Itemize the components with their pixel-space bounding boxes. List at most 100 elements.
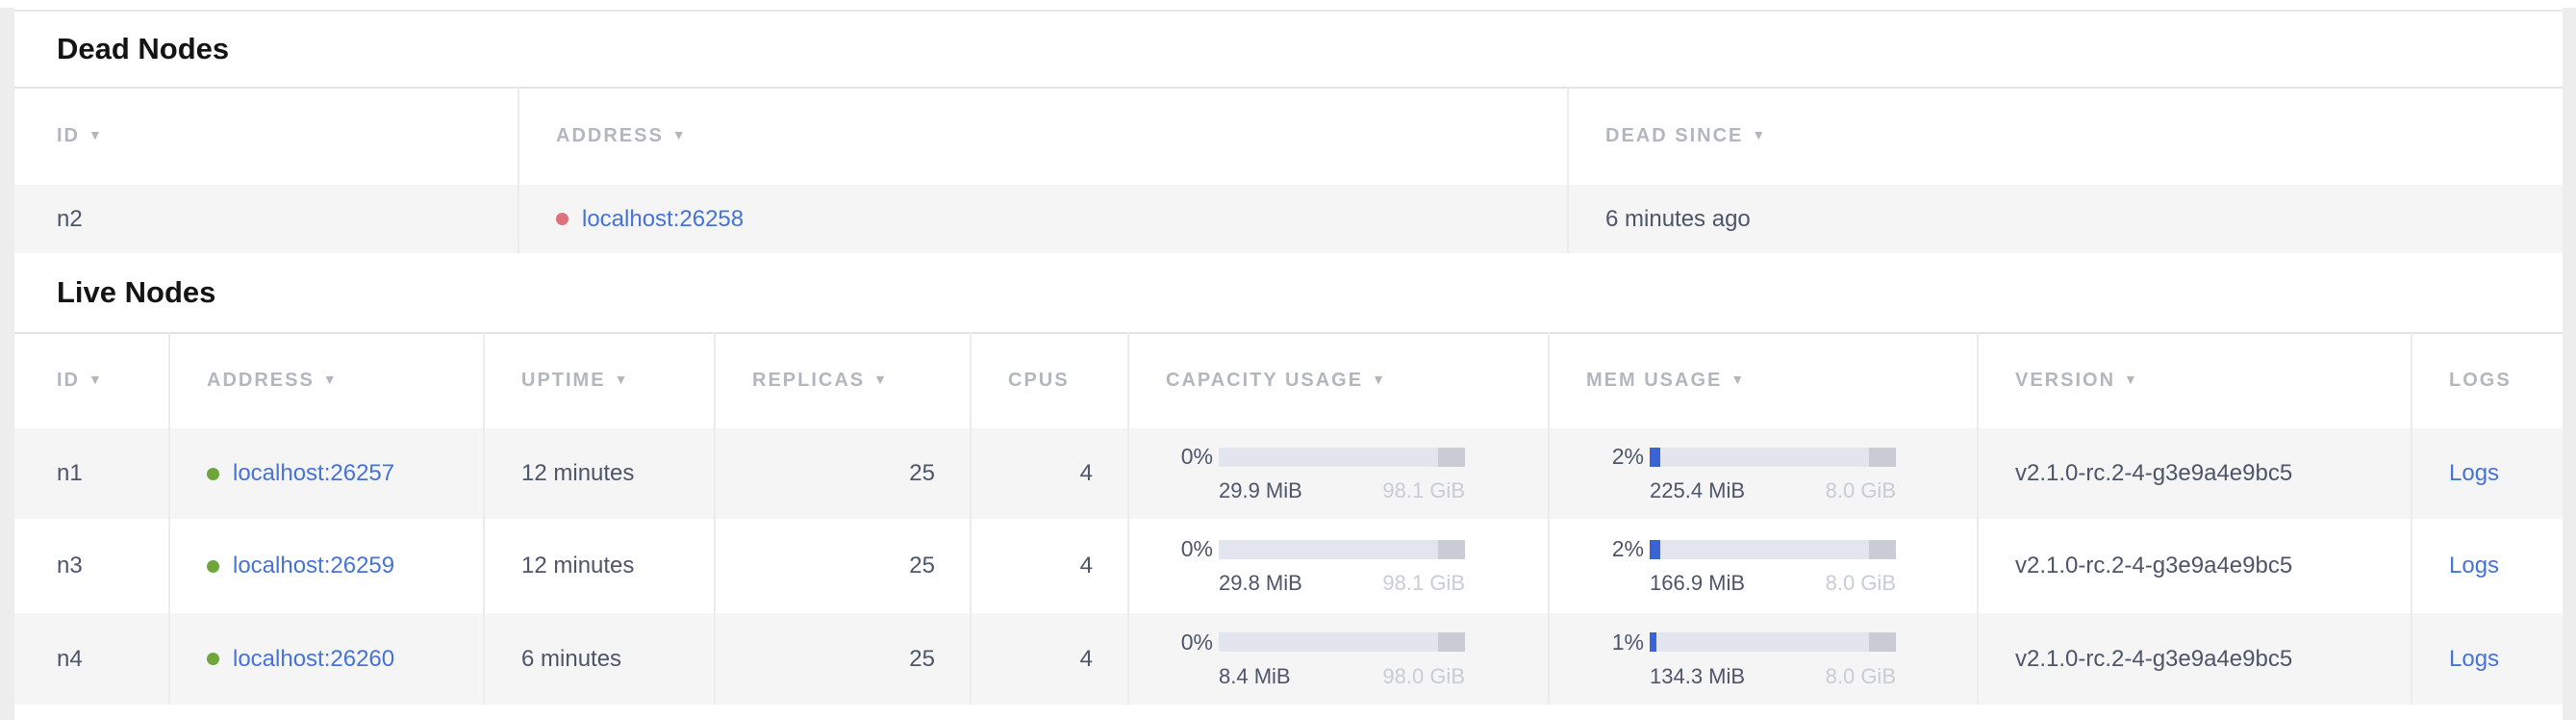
column-label: ID bbox=[57, 125, 80, 146]
address-wrap: localhost:26259 bbox=[207, 553, 483, 579]
column-header-mem-usage[interactable]: MEM USAGE ▼ bbox=[1549, 333, 1978, 427]
column-label: CAPACITY USAGE bbox=[1166, 370, 1363, 391]
uptime-cell: 12 minutes bbox=[484, 520, 715, 612]
mem-usage-cell: 2%166.9 MiB 8.0 GiB bbox=[1549, 520, 1978, 612]
node-address-link[interactable]: localhost:26260 bbox=[233, 646, 394, 673]
version-cell: v2.1.0-rc.2-4-g3e9a4e9bc5 bbox=[1978, 427, 2412, 520]
sort-desc-icon: ▼ bbox=[672, 127, 688, 142]
dead-node-row: n2 localhost:26258 6 minutes ago bbox=[14, 184, 2563, 253]
cpus-cell: 4 bbox=[971, 427, 1128, 520]
usage-percent-label: 0% bbox=[1159, 630, 1213, 656]
column-header-version[interactable]: VERSION▼ bbox=[1978, 333, 2412, 427]
live-nodes-table-header: ID▼ADDRESS▼UPTIME▼REPLICAS▼CPUSCAPACITY … bbox=[14, 333, 2563, 427]
used-value-label: 29.9 MiB bbox=[1219, 478, 1302, 503]
logs-link[interactable]: Logs bbox=[2449, 646, 2499, 672]
sort-desc-icon: ▼ bbox=[88, 372, 104, 387]
usage-bar-used-segment bbox=[1650, 632, 1656, 652]
used-value-label: 166.9 MiB bbox=[1650, 571, 1745, 596]
column-header-dead-since[interactable]: DEAD SINCE▼ bbox=[1568, 88, 2563, 184]
column-header-capacity-usage[interactable]: CAPACITY USAGE▼ bbox=[1128, 333, 1549, 427]
address-wrap: localhost:26260 bbox=[207, 646, 483, 673]
address-cell: localhost:26260 bbox=[169, 612, 484, 705]
live-node-row: n4localhost:262606 minutes2540%8.4 MiB98… bbox=[14, 612, 2563, 705]
logs-cell: Logs bbox=[2412, 520, 2563, 612]
dead-nodes-title: Dead Nodes bbox=[14, 12, 2563, 87]
column-header-id[interactable]: ID ▼ bbox=[14, 333, 169, 427]
live-nodes-table: ID▼ADDRESS▼UPTIME▼REPLICAS▼CPUSCAPACITY … bbox=[14, 332, 2563, 705]
usage-bar-capacity-marker bbox=[1438, 448, 1465, 467]
header-row: ID▼ADDRESS▼UPTIME▼REPLICAS▼CPUSCAPACITY … bbox=[14, 333, 2563, 427]
total-value-label: 98.0 GiB bbox=[1382, 664, 1465, 689]
column-header-address[interactable]: ADDRESS ▼ bbox=[518, 88, 1568, 184]
used-value-label: 29.8 MiB bbox=[1219, 571, 1302, 596]
mem-usage-cell: 1% 134.3 MiB 8.0 GiB bbox=[1549, 612, 1978, 705]
node-id-cell: n1 bbox=[14, 427, 169, 520]
usage-percent-label: 0% bbox=[1159, 536, 1213, 562]
replicas-cell: 25 bbox=[715, 520, 971, 612]
node-address-link[interactable]: localhost:26258 bbox=[582, 206, 744, 233]
replicas-cell: 25 bbox=[715, 612, 971, 705]
column-header-logs: LOGS bbox=[2412, 333, 2563, 427]
usage-bar-track bbox=[1219, 448, 1465, 467]
usage-bar-capacity-marker bbox=[1438, 540, 1465, 559]
column-label: DEAD SINCE bbox=[1605, 125, 1743, 146]
logs-cell: Logs bbox=[2412, 427, 2563, 520]
address-cell: localhost:26258 bbox=[518, 184, 1568, 253]
live-node-row: n1 localhost:26257 12 minutes2540%29.9 MiB… bbox=[14, 427, 2563, 520]
usage-percent-label: 2% bbox=[1590, 536, 1644, 562]
usage-percent-label: 2% bbox=[1590, 444, 1644, 470]
column-label: ID bbox=[57, 370, 80, 391]
sort-desc-icon: ▼ bbox=[323, 372, 339, 387]
sort-desc-icon: ▼ bbox=[1730, 372, 1746, 387]
dead-nodes-table: ID▼ ADDRESS ▼ DEAD SINCE▼ n2 localhost:26258… bbox=[14, 87, 2563, 253]
usage-bar-capacity-marker bbox=[1869, 632, 1896, 652]
header-row: ID▼ ADDRESS ▼ DEAD SINCE▼ bbox=[14, 88, 2563, 184]
total-value-label: 8.0 GiB bbox=[1826, 478, 1896, 503]
node-id-cell: n3 bbox=[14, 520, 169, 612]
capacity-usage-cell: 0%29.9 MiB98.1 GiB bbox=[1128, 427, 1549, 520]
total-value-label: 98.1 GiB bbox=[1382, 571, 1465, 596]
column-header-id[interactable]: ID▼ bbox=[14, 88, 518, 184]
content-area: Dead Nodes ID▼ADDRESS▼DEAD SINCE▼ n2loca… bbox=[14, 10, 2563, 720]
usage-bar-labels: 225.4 MiB 8.0 GiB bbox=[1650, 478, 1896, 503]
node-address-link[interactable]: localhost:26259 bbox=[233, 553, 394, 579]
logs-link[interactable]: Logs bbox=[2449, 553, 2499, 579]
column-header-uptime[interactable]: UPTIME▼ bbox=[484, 333, 715, 427]
live-status-dot-icon bbox=[207, 468, 219, 480]
replicas-cell: 25 bbox=[715, 427, 971, 520]
dead-nodes-table-header: ID▼ ADDRESS ▼ DEAD SINCE▼ bbox=[14, 88, 2563, 184]
nodes-overview-page: Dead Nodes ID▼ADDRESS▼DEAD SINCE▼ n2loca… bbox=[0, 0, 2576, 720]
live-node-row: n3localhost:2625912 minutes2540%29.8 MiB… bbox=[14, 520, 2563, 612]
address-cell: localhost:26259 bbox=[169, 520, 484, 612]
column-header-cpus: CPUS bbox=[971, 333, 1128, 427]
column-header-replicas[interactable]: REPLICAS▼ bbox=[715, 333, 971, 427]
total-value-label: 8.0 GiB bbox=[1826, 571, 1896, 596]
uptime-cell: 12 minutes bbox=[484, 427, 715, 520]
total-value-label: 8.0 GiB bbox=[1826, 664, 1896, 689]
live-nodes-table-body: n1localhost:2625712 minutes2540%29.9 MiB… bbox=[14, 427, 2563, 705]
logs-link[interactable]: Logs bbox=[2449, 460, 2499, 486]
mem-usage-cell: 2%225.4 MiB 8.0 GiB bbox=[1549, 427, 1978, 520]
usage-bar-line: 1% bbox=[1590, 630, 1977, 656]
node-address-link[interactable]: localhost:26257 bbox=[233, 460, 394, 487]
sort-desc-icon: ▼ bbox=[615, 372, 630, 387]
logs-cell: Logs bbox=[2412, 612, 2563, 705]
usage-bar-labels: 8.4 MiB98.0 GiB bbox=[1219, 664, 1465, 689]
usage-bar-used-segment bbox=[1650, 540, 1660, 559]
dead-nodes-table-body: n2 localhost:26258 6 minutes ago bbox=[14, 184, 2563, 253]
used-value-label: 134.3 MiB bbox=[1650, 664, 1745, 689]
column-header-address[interactable]: ADDRESS ▼ bbox=[169, 333, 484, 427]
node-id-cell: n4 bbox=[14, 612, 169, 705]
column-label: MEM USAGE bbox=[1586, 370, 1722, 391]
column-label: CPUS bbox=[1008, 370, 1070, 391]
live-nodes-title: Live Nodes bbox=[14, 253, 2563, 332]
column-label: ADDRESS bbox=[556, 125, 664, 146]
usage-bar-line: 0% bbox=[1159, 630, 1548, 656]
column-label: ADDRESS bbox=[207, 370, 315, 391]
node-id-cell: n2 bbox=[14, 184, 518, 253]
used-value-label: 225.4 MiB bbox=[1650, 478, 1745, 503]
usage-bar-track bbox=[1219, 632, 1465, 652]
usage-bar-track bbox=[1650, 540, 1896, 559]
version-cell: v2.1.0-rc.2-4-g3e9a4e9bc5 bbox=[1978, 612, 2412, 705]
dead-since-cell: 6 minutes ago bbox=[1568, 184, 2563, 253]
